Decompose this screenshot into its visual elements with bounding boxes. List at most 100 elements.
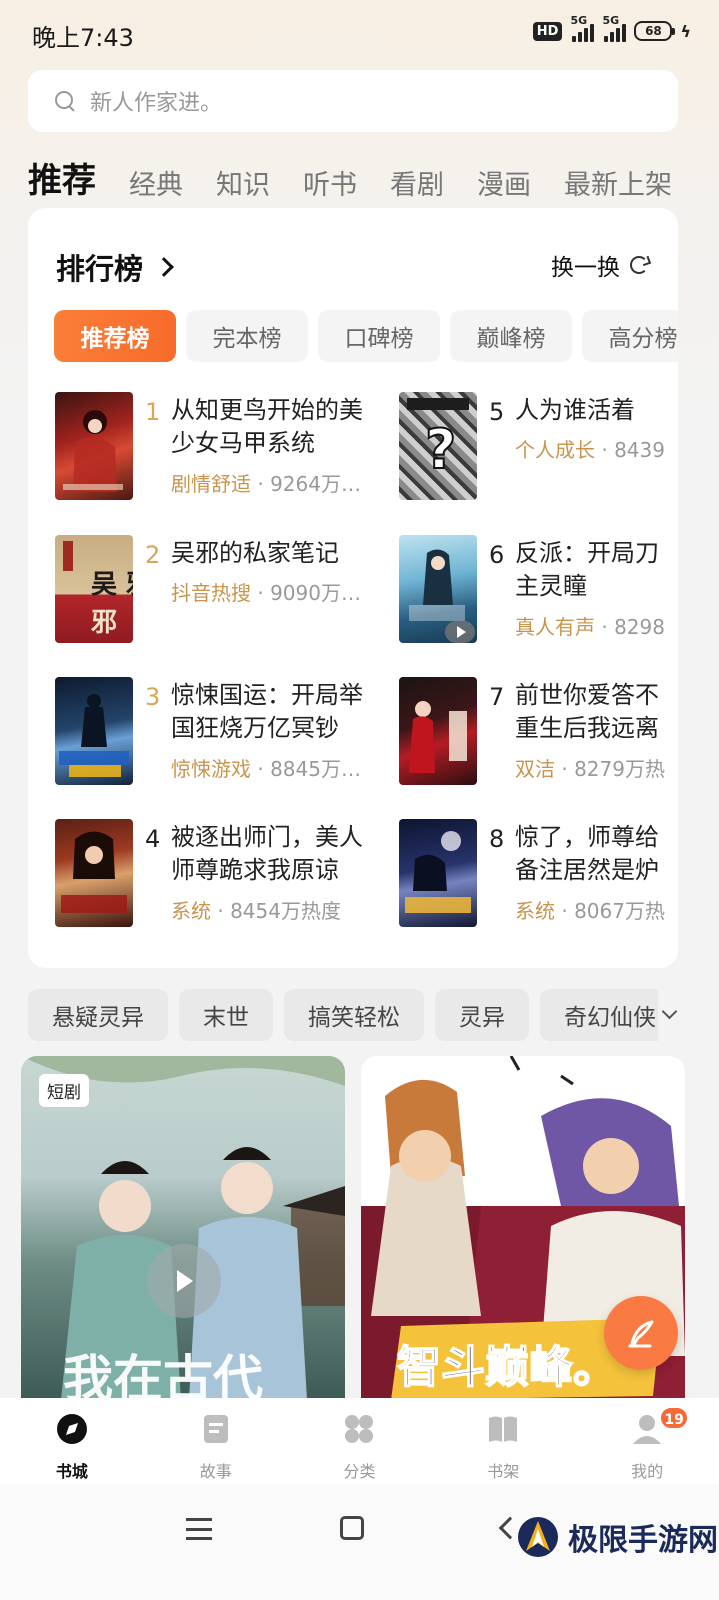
- book-meta: 惊悚游戏 · 8845万…: [171, 757, 361, 781]
- document-icon: [203, 1415, 228, 1443]
- ranking-book-2[interactable]: 吴 邪邪 2 吴邪的私家笔记 抖音热搜 · 9090万…: [55, 535, 375, 645]
- nav-stories[interactable]: 故事: [144, 1398, 288, 1484]
- ranking-book-5[interactable]: ? 5 人为谁活着 个人成长 · 8439: [399, 392, 678, 502]
- search-input[interactable]: 新人作家进。: [28, 70, 678, 132]
- category-pill[interactable]: 灵异: [435, 989, 529, 1041]
- category-pill[interactable]: 悬疑灵异: [28, 989, 168, 1041]
- ranking-book-4[interactable]: 4 被逐出师门，美人 师尊跪求我原谅 系统 · 8454万热度: [55, 819, 375, 929]
- charging-icon: ϟ: [680, 21, 691, 41]
- book-cover: [399, 819, 477, 927]
- chevron-down-icon[interactable]: [661, 1003, 678, 1020]
- home-icon[interactable]: [340, 1516, 364, 1540]
- book-title: 惊了，师尊给 备注居然是炉: [515, 823, 659, 884]
- book-cover: [55, 677, 133, 785]
- book-title: 被逐出师门，美人 师尊跪求我原谅: [171, 823, 363, 884]
- bottom-nav: 书城 故事 分类 书架 我的 19: [0, 1398, 719, 1484]
- book-cover: 吴 邪邪: [55, 535, 133, 643]
- book-title: 惊悚国运：开局举 国狂烧万亿冥钞: [171, 681, 363, 742]
- category-pill[interactable]: 搞笑轻松: [284, 989, 424, 1041]
- notification-badge: 19: [659, 1406, 690, 1430]
- watermark-logo-icon: [518, 1517, 558, 1557]
- ranking-book-8[interactable]: 8 惊了，师尊给 备注居然是炉 系统 · 8067万热: [399, 819, 678, 929]
- tab-knowledge[interactable]: 知识: [216, 163, 270, 202]
- rank-number: 5: [489, 398, 505, 426]
- short-drama-badge: 短剧: [39, 1074, 89, 1107]
- book-cover: [55, 819, 133, 927]
- book-title: 从知更鸟开始的美 少女马甲系统: [171, 396, 363, 457]
- tab-classic[interactable]: 经典: [129, 163, 183, 202]
- pen-icon: [628, 1320, 654, 1348]
- rank-number: 8: [489, 825, 505, 853]
- search-icon: [54, 90, 76, 112]
- status-icons: HD 5G 5G 68 ϟ: [532, 14, 691, 42]
- svg-text:吴 邪: 吴 邪: [91, 570, 133, 600]
- svg-text:智斗巅峰。: 智斗巅峰。: [397, 1342, 617, 1393]
- play-icon: [445, 621, 475, 643]
- tab-drama[interactable]: 看剧: [390, 163, 444, 202]
- tab-recommend[interactable]: 推荐: [28, 153, 96, 202]
- book-meta: 个人成长 · 8439: [515, 438, 665, 462]
- nav-bookstore[interactable]: 书城: [0, 1398, 144, 1484]
- menu-icon[interactable]: [186, 1518, 212, 1540]
- book-icon: [489, 1416, 518, 1442]
- drama-poster: 我在古代: [21, 1056, 345, 1400]
- chip-high-score[interactable]: 高分榜: [582, 310, 678, 362]
- rank-number: 2: [145, 541, 161, 569]
- status-time: 晚上7:43: [32, 24, 134, 52]
- hd-icon: HD: [532, 21, 563, 41]
- chip-recommend[interactable]: 推荐榜: [54, 310, 176, 362]
- ranking-chip-row: 推荐榜 完本榜 口碑榜 巅峰榜 高分榜: [54, 310, 678, 362]
- grid-icon: [345, 1415, 374, 1443]
- battery-icon: 68: [634, 21, 676, 41]
- rank-number: 4: [145, 825, 161, 853]
- refresh-label: 换一换: [551, 255, 620, 281]
- ranking-book-3[interactable]: 3 惊悚国运：开局举 国狂烧万亿冥钞 惊悚游戏 · 8845万…: [55, 677, 375, 787]
- watermark: 极限手游网: [516, 1515, 718, 1559]
- chip-reputation[interactable]: 口碑榜: [318, 310, 440, 362]
- write-button[interactable]: [604, 1296, 678, 1370]
- book-meta: 双洁 · 8279万热: [515, 757, 665, 781]
- short-drama-card[interactable]: 我在古代 短剧: [21, 1056, 345, 1400]
- status-bar: 晚上7:43 HD 5G 5G 68 ϟ: [0, 0, 719, 66]
- book-meta: 抖音热搜 · 9090万…: [171, 581, 361, 605]
- book-meta: 真人有声 · 8298: [515, 615, 665, 639]
- book-title: 人为谁活着: [515, 396, 635, 424]
- nav-categories[interactable]: 分类: [288, 1398, 432, 1484]
- ranking-card: 排行榜 换一换 推荐榜 完本榜 口碑榜 巅峰榜 高分榜 1 从知更鸟开始的美 少…: [28, 208, 678, 968]
- ranking-title: 排行榜: [56, 252, 144, 286]
- category-row: 悬疑灵异 末世 搞笑轻松 灵异 奇幻仙侠: [28, 989, 658, 1041]
- top-tabs: 推荐 经典 知识 听书 看剧 漫画 最新上架: [28, 152, 708, 202]
- book-title: 前世你爱答不 重生后我远离: [515, 681, 659, 742]
- nav-profile[interactable]: 我的 19: [575, 1398, 719, 1484]
- tab-comics[interactable]: 漫画: [477, 163, 531, 202]
- book-cover: [55, 392, 133, 500]
- rank-number: 6: [489, 541, 505, 569]
- signal-icon-2: 5G: [602, 14, 627, 42]
- ranking-header[interactable]: 排行榜: [56, 246, 174, 288]
- rank-number: 1: [145, 398, 161, 426]
- book-cover: [399, 677, 477, 785]
- book-meta: 系统 · 8454万热度: [171, 899, 341, 923]
- book-title: 吴邪的私家笔记: [171, 539, 339, 567]
- book-meta: 系统 · 8067万热: [515, 899, 665, 923]
- book-cover: ?: [399, 392, 477, 500]
- chevron-right-icon: [154, 257, 174, 277]
- chip-peak[interactable]: 巅峰榜: [450, 310, 572, 362]
- book-title: 反派：开局刀 主灵瞳: [515, 539, 659, 600]
- tab-new-releases[interactable]: 最新上架: [564, 163, 672, 202]
- ranking-book-1[interactable]: 1 从知更鸟开始的美 少女马甲系统 剧情舒适 · 9264万…: [55, 392, 375, 502]
- nav-bookshelf[interactable]: 书架: [431, 1398, 575, 1484]
- chip-completed[interactable]: 完本榜: [186, 310, 308, 362]
- svg-text:?: ?: [425, 418, 456, 481]
- search-placeholder: 新人作家进。: [90, 91, 223, 116]
- play-icon[interactable]: [147, 1244, 221, 1318]
- rank-number: 7: [489, 683, 505, 711]
- ranking-book-6[interactable]: 6 反派：开局刀 主灵瞳 真人有声 · 8298: [399, 535, 678, 645]
- category-pill[interactable]: 奇幻仙侠: [540, 989, 658, 1041]
- svg-text:我在古代: 我在古代: [63, 1349, 263, 1400]
- tab-audiobook[interactable]: 听书: [303, 163, 357, 202]
- refresh-button[interactable]: 换一换: [551, 248, 648, 282]
- compass-icon: [56, 1414, 87, 1444]
- ranking-book-7[interactable]: 7 前世你爱答不 重生后我远离 双洁 · 8279万热: [399, 677, 678, 787]
- category-pill[interactable]: 末世: [179, 989, 273, 1041]
